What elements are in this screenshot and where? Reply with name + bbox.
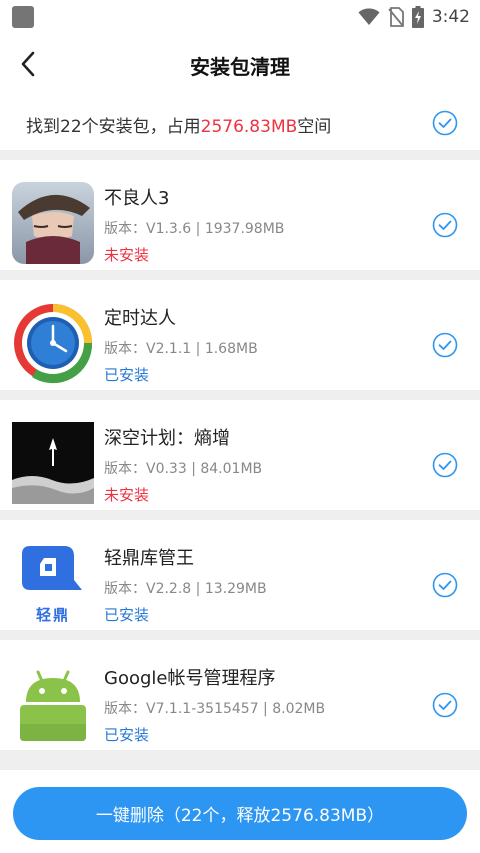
- battery-charging-icon: [411, 6, 424, 28]
- summary-suffix: 空间: [297, 117, 332, 137]
- clock-app-icon: [14, 304, 93, 384]
- section-divider: [0, 630, 480, 640]
- status-bar: 3:42: [0, 0, 480, 34]
- app-name: Google帐号管理程序: [104, 668, 276, 689]
- app-meta: 版本：V2.2.8 | 13.29MB: [104, 581, 267, 597]
- deep-space-game-icon: [12, 422, 94, 504]
- no-sim-icon: [388, 7, 404, 27]
- select-check-icon[interactable]: [432, 572, 458, 598]
- list-item[interactable]: 轻鼎 轻鼎库管王 版本：V2.2.8 | 13.29MB 已安装: [0, 520, 480, 630]
- page-title: 安装包清理: [190, 55, 290, 79]
- select-check-icon[interactable]: [432, 332, 458, 358]
- section-divider: [0, 750, 480, 770]
- qingding-icon-caption: 轻鼎: [35, 606, 70, 624]
- summary-bar: 找到22个安装包，占用2576.83MB空间: [0, 94, 480, 150]
- install-status: 已安装: [104, 726, 150, 744]
- section-divider: [0, 390, 480, 400]
- list-item[interactable]: 定时达人 版本：V2.1.1 | 1.68MB 已安装: [0, 280, 480, 390]
- install-status: 已安装: [104, 606, 150, 624]
- summary-text: 找到22个安装包，占用2576.83MB空间: [26, 112, 331, 137]
- install-status: 未安装: [104, 246, 150, 264]
- qingding-logo-icon: [22, 546, 82, 590]
- summary-prefix: 找到22个安装包，占用: [26, 117, 201, 137]
- notification-app-icon: [12, 6, 34, 28]
- android-robot-icon: [20, 670, 86, 741]
- app-name: 深空计划：熵增: [104, 428, 230, 449]
- qingding-app-icon: 轻鼎: [12, 542, 94, 624]
- delete-all-button[interactable]: 一键删除（22个，释放2576.83MB）: [13, 787, 467, 840]
- section-divider: [0, 150, 480, 160]
- app-meta: 版本：V2.1.1 | 1.68MB: [104, 341, 258, 357]
- wifi-icon: [358, 8, 380, 25]
- app-name: 轻鼎库管王: [104, 548, 194, 569]
- install-status: 已安装: [104, 366, 150, 384]
- section-divider: [0, 510, 480, 520]
- app-header: 安装包清理: [0, 34, 480, 94]
- buliangren-game-icon: [12, 182, 94, 264]
- list-item[interactable]: Google帐号管理程序 版本：V7.1.1-3515457 | 8.02MB …: [0, 640, 480, 750]
- summary-size: 2576.83MB: [200, 117, 298, 137]
- bottom-action-bar: 一键删除（22个，释放2576.83MB）: [0, 770, 480, 853]
- app-meta: 版本：V7.1.1-3515457 | 8.02MB: [104, 701, 326, 717]
- install-status: 未安装: [104, 486, 150, 504]
- select-check-icon[interactable]: [432, 452, 458, 478]
- list-item[interactable]: 不良人3 版本：V1.3.6 | 1937.98MB 未安装: [0, 160, 480, 270]
- app-name: 不良人3: [104, 188, 170, 209]
- clock-time: 3:42: [431, 7, 470, 27]
- app-meta: 版本：V0.33 | 84.01MB: [104, 461, 263, 477]
- section-divider: [0, 270, 480, 280]
- status-icons: 3:42: [358, 4, 470, 30]
- app-meta: 版本：V1.3.6 | 1937.98MB: [104, 221, 285, 237]
- select-check-icon[interactable]: [432, 212, 458, 238]
- select-all-check-icon[interactable]: [432, 110, 458, 136]
- app-name: 定时达人: [104, 308, 176, 329]
- select-check-icon[interactable]: [432, 692, 458, 718]
- list-item[interactable]: 深空计划：熵增 版本：V0.33 | 84.01MB 未安装: [0, 400, 480, 510]
